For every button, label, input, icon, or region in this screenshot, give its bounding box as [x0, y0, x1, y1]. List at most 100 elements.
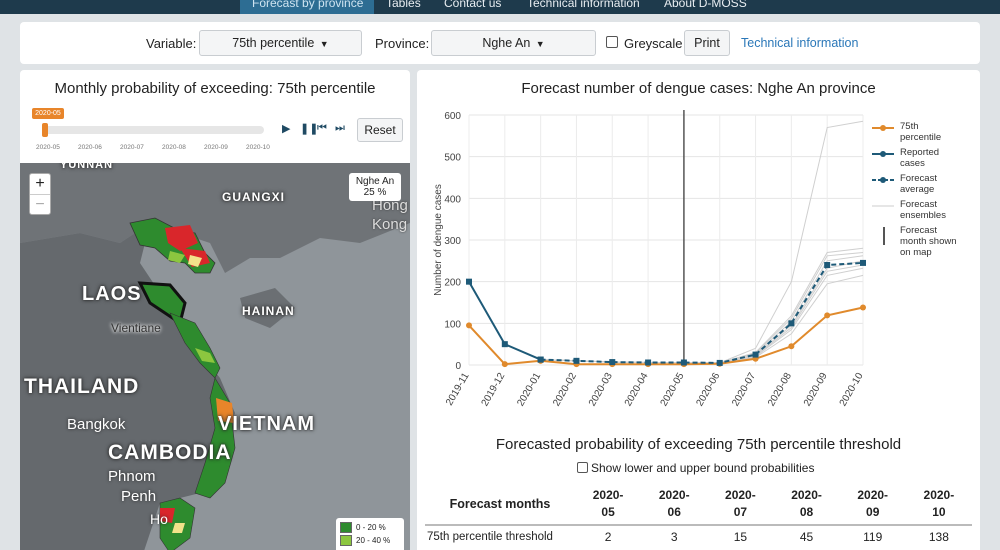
data-point [788, 343, 795, 350]
skip-end-icon[interactable]: ⏭ [335, 122, 345, 135]
infobox-province: Nghe An [355, 176, 395, 187]
map-label-ho: Ho [150, 511, 168, 527]
table-cell: 15 [707, 524, 774, 548]
variable-dropdown[interactable]: 75th percentile ▼ [199, 30, 362, 56]
x-tick-label: 2020-07 [730, 371, 758, 409]
data-point [860, 259, 866, 266]
table-header-row: Forecast months 2020- 05 2020- 06 2020- 07 … [425, 484, 972, 525]
map-label-laos: LAOS [82, 283, 142, 305]
province-value: Nghe An [482, 36, 531, 50]
ensemble-line [540, 255, 864, 364]
tab-technical-information[interactable]: Technical information [527, 0, 640, 14]
legend-swatch [340, 522, 352, 534]
legend-label: 20 - 40 % [356, 536, 391, 545]
slider-tick-label: 2020-09 [204, 144, 228, 151]
map-label-bangkok: Bangkok [67, 416, 126, 433]
technical-information-link[interactable]: Technical information [741, 36, 858, 50]
x-tick-label: 2020-06 [694, 371, 722, 409]
show-bounds-toggle[interactable]: Show lower and upper bound probabilities [577, 461, 814, 475]
tab-tables[interactable]: Tables [386, 0, 421, 14]
map-infobox: Nghe An 25 % [349, 173, 401, 201]
reset-button[interactable]: Reset [357, 118, 403, 142]
legend-label: ensembles [900, 210, 946, 221]
slider-tick-label: 2020-05 [36, 144, 60, 151]
slider-tick-label: 2020-10 [246, 144, 270, 151]
map-label-penh: Penh [121, 488, 157, 505]
x-tick-label: 2020-03 [587, 371, 615, 409]
print-button[interactable]: Print [684, 30, 730, 56]
x-tick-label: 2019-11 [444, 371, 472, 408]
legend-swatch [340, 535, 352, 547]
legend-label: 0 - 20 % [356, 523, 386, 532]
show-bounds-checkbox[interactable] [577, 462, 588, 473]
tab-forecast-by-province[interactable]: Forecast by province [240, 0, 374, 14]
skip-start-icon[interactable]: ⏮ [317, 122, 327, 135]
header-month: 2020- 08 [791, 488, 822, 519]
y-axis-label: Number of dengue cases [433, 184, 444, 296]
map-label-cambodia: CAMBODIA [108, 441, 232, 464]
month-slider-handle[interactable] [42, 123, 48, 137]
province-dropdown[interactable]: Nghe An ▼ [431, 30, 596, 56]
infobox-value: 25 % [363, 187, 387, 198]
control-bar: Variable: 75th percentile ▼ Province: Ng… [20, 22, 980, 64]
header-month: 2020- 09 [857, 488, 889, 519]
chart-panel: Forecast number of dengue cases: Nghe An… [417, 70, 980, 550]
province-label: Province: [375, 36, 430, 51]
table-title: Forecasted probability of exceeding 75th… [495, 436, 902, 453]
province-map[interactable]: YUNNAN GUANGXI Hong Kong LAOS Vientiane … [20, 163, 410, 550]
map-label-vietnam: VIETNAM [218, 413, 315, 435]
greyscale-checkbox[interactable] [606, 36, 618, 48]
data-point [609, 359, 616, 366]
legend-marker [880, 151, 886, 157]
tab-about[interactable]: About D-MOSS [664, 0, 747, 14]
legend-label: cases [900, 158, 925, 169]
data-point [824, 312, 831, 319]
play-icon[interactable]: ▶ [282, 122, 290, 135]
header-month: 2020- 05 [592, 488, 624, 519]
map-label-thailand: THAILAND [24, 375, 140, 398]
pause-icon[interactable]: ❚❚ [300, 122, 318, 135]
data-point [537, 356, 544, 363]
y-tick-label: 400 [444, 194, 461, 205]
map-label-phnom: Phnom [108, 468, 156, 485]
x-tick-label: 2020-09 [802, 371, 830, 409]
legend-label: month shown [900, 236, 957, 247]
ensemble-line [540, 264, 864, 364]
row-label: 75th percentile threshold [425, 524, 575, 548]
legend-label: Reported [900, 147, 939, 158]
data-point [466, 322, 472, 329]
table-cell: 138 [905, 524, 972, 548]
table-cell: 45 [773, 524, 840, 548]
y-tick-label: 500 [444, 153, 461, 164]
zoom-control: + − [29, 173, 51, 215]
map-label-yunnan: YUNNAN [60, 163, 114, 171]
data-point [716, 359, 723, 366]
legend-label: average [900, 184, 934, 195]
y-tick-label: 100 [444, 319, 461, 330]
y-tick-label: 0 [455, 361, 461, 372]
map-label-guangxi: GUANGXI [222, 190, 286, 204]
data-point [752, 351, 759, 358]
forecast-chart: 0 100 200 300 400 500 600 2019-11 2019-12 2020-01… [433, 110, 957, 409]
zoom-in-button[interactable]: + [30, 174, 50, 194]
map-panel-title: Monthly probability of exceeding: 75th p… [54, 80, 376, 97]
legend-label: on map [900, 247, 932, 258]
zoom-out-button[interactable]: − [30, 194, 50, 214]
data-point [573, 357, 580, 364]
month-slider-current: 2020-05 [32, 108, 64, 119]
legend-marker [880, 177, 886, 183]
x-tick-label: 2020-08 [766, 371, 794, 409]
y-tick-label: 600 [444, 111, 461, 122]
data-point [466, 278, 472, 285]
caret-down-icon: ▼ [535, 39, 545, 49]
tab-contact-us[interactable]: Contact us [444, 0, 501, 14]
slider-tick-label: 2020-07 [120, 144, 144, 151]
legend-label: Forecast [900, 199, 937, 210]
legend-marker [880, 125, 886, 131]
top-nav: Forecast by province Tables Contact us T… [0, 0, 1000, 14]
month-slider-track[interactable] [44, 126, 264, 134]
y-tick-label: 300 [444, 236, 461, 247]
x-tick-label: 2020-04 [623, 371, 651, 409]
caret-down-icon: ▼ [319, 39, 329, 49]
x-tick-label: 2020-01 [515, 371, 543, 409]
